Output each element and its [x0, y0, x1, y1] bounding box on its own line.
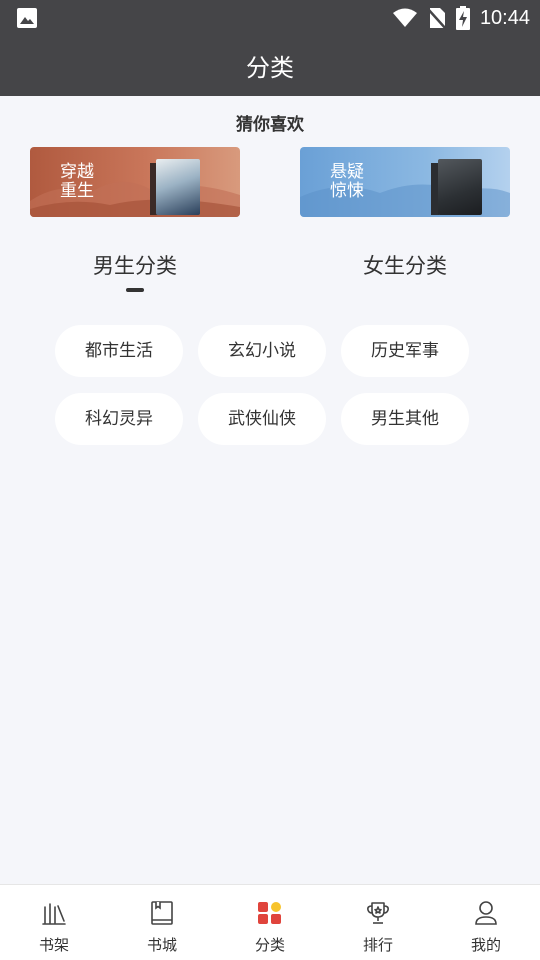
- tab-female-categories[interactable]: 女生分类: [305, 250, 505, 280]
- book-cover: [438, 159, 482, 215]
- nav-bookstore[interactable]: 书城: [108, 885, 216, 960]
- tab-male-categories[interactable]: 男生分类: [35, 250, 235, 280]
- nav-label: 我的: [470, 936, 501, 954]
- card-label-line1: 悬疑: [330, 162, 364, 182]
- guess-you-like-title: 猜你喜欢: [236, 115, 304, 135]
- category-chip[interactable]: 武侠仙侠: [198, 393, 326, 445]
- nav-label: 分类: [254, 936, 285, 954]
- book-cover: [156, 159, 200, 215]
- nav-category[interactable]: 分类: [216, 885, 324, 960]
- category-chip[interactable]: 科幻灵异: [55, 393, 183, 445]
- nav-label: 书城: [146, 936, 177, 954]
- category-grid-icon: [258, 902, 281, 924]
- nav-bookshelf[interactable]: 书架: [0, 885, 108, 960]
- wifi-icon: [392, 8, 417, 27]
- category-chip[interactable]: 男生其他: [341, 393, 469, 445]
- category-chip[interactable]: 都市生活: [55, 325, 183, 377]
- app-bar: 10:44 分类: [0, 0, 540, 96]
- card-label-line1: 穿越: [60, 162, 94, 182]
- guess-card-suspense[interactable]: 悬疑 惊悚: [300, 147, 510, 217]
- status-bar: 10:44: [0, 0, 540, 36]
- trophy-icon: [367, 902, 389, 924]
- page-title: 分类: [246, 54, 294, 82]
- gallery-notification-icon: [17, 8, 37, 28]
- nav-profile[interactable]: 我的: [432, 885, 540, 960]
- bookshelf-icon: [42, 903, 66, 925]
- nav-label: 书架: [38, 936, 69, 954]
- category-chip[interactable]: 历史军事: [341, 325, 469, 377]
- nav-ranking[interactable]: 排行: [324, 885, 432, 960]
- card-label-line2: 重生: [60, 181, 94, 201]
- no-sim-icon: [427, 8, 446, 29]
- card-label: 穿越 重生: [60, 163, 108, 201]
- book-icon: [151, 901, 173, 925]
- status-time: 10:44: [479, 6, 530, 29]
- tab-indicator: [126, 288, 144, 292]
- card-label-line2: 惊悚: [330, 181, 364, 201]
- category-chip[interactable]: 玄幻小说: [198, 325, 326, 377]
- bottom-navigation: 书架 书城 分类 排行 我的: [0, 884, 540, 960]
- user-icon: [475, 901, 497, 925]
- card-label: 悬疑 惊悚: [330, 163, 378, 201]
- guess-card-time-travel[interactable]: 穿越 重生: [30, 147, 240, 217]
- nav-label: 排行: [362, 936, 393, 954]
- battery-charging-icon: [455, 6, 470, 30]
